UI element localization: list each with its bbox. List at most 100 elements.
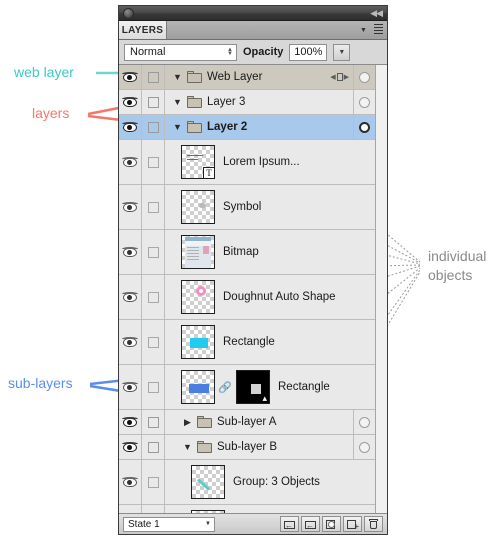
layer-row-folder[interactable]: ▼ Layer 2 (119, 115, 375, 140)
layer-row-body[interactable]: ▼ Web Layer (165, 65, 330, 89)
layer-row-body[interactable]: 🔗 ▴ Rectangle (165, 365, 353, 409)
panel-close-icon[interactable] (123, 8, 134, 19)
layer-target-indicator[interactable] (353, 115, 375, 139)
layer-thumbnail[interactable]: T (181, 145, 215, 179)
visibility-toggle[interactable] (119, 90, 142, 114)
lock-toggle[interactable] (142, 320, 165, 364)
add-mask-button[interactable] (322, 516, 341, 532)
vertical-scrollbar[interactable] (375, 65, 387, 513)
lock-toggle[interactable] (142, 435, 165, 459)
lock-toggle[interactable] (142, 115, 165, 139)
state-select[interactable]: State 1 ▼ (123, 516, 215, 532)
layer-target-indicator[interactable] (353, 90, 375, 114)
visibility-toggle[interactable] (119, 410, 142, 434)
tab-layers[interactable]: LAYERS (119, 21, 167, 39)
visibility-toggle[interactable] (119, 115, 142, 139)
lock-toggle[interactable] (142, 90, 165, 114)
layer-row-body[interactable]: Group: 3 Objects (165, 460, 353, 504)
lock-toggle[interactable] (142, 65, 165, 89)
new-sub-layer-button[interactable]: ← (280, 516, 299, 532)
visibility-toggle[interactable] (119, 435, 142, 459)
lock-toggle[interactable] (142, 275, 165, 319)
disclosure-expanded-icon[interactable]: ▼ (181, 442, 194, 452)
layer-row-object[interactable]: 🔗 ▴ Rectangle (119, 365, 375, 410)
stepper-icon[interactable]: ▲ ▼ (227, 47, 233, 57)
layer-row-object[interactable]: Symbol (119, 185, 375, 230)
lock-toggle[interactable] (142, 410, 165, 434)
layer-thumbnail[interactable] (181, 235, 215, 269)
lock-toggle[interactable] (142, 140, 165, 184)
visibility-toggle[interactable] (119, 65, 142, 89)
layer-row-body[interactable]: Doughnut Auto Shape (165, 275, 353, 319)
layer-thumbnail[interactable] (191, 510, 225, 513)
layer-thumbnail[interactable] (181, 370, 215, 404)
layer-thumbnail[interactable] (181, 190, 215, 224)
layer-row-object[interactable]: Bitmap (119, 230, 375, 275)
visibility-toggle[interactable] (119, 230, 142, 274)
web-layer-share-icon: ◀ ▶ (330, 73, 349, 81)
state-value: State 1 (128, 518, 160, 530)
layer-thumbnail[interactable] (181, 280, 215, 314)
layer-thumbnail[interactable] (191, 465, 225, 499)
layer-row-body[interactable]: Bitmap (165, 230, 353, 274)
layer-row-object[interactable]: Doughnut Auto Shape (119, 275, 375, 320)
opacity-label: Opacity (243, 46, 284, 58)
layer-row-object[interactable]: T Lorem Ipsum... (119, 140, 375, 185)
opacity-dropdown-icon[interactable]: ▼ (333, 43, 351, 61)
lock-toggle[interactable] (142, 185, 165, 229)
disclosure-collapsed-icon[interactable]: ▶ (181, 417, 194, 428)
layers-list: ▼ Web Layer ◀ ▶ ▼ Layer 3 ▼ Layer 2 T Lorem Ipsum… (119, 65, 375, 513)
mask-link-icon[interactable]: 🔗 (218, 381, 232, 394)
mask-thumbnail[interactable]: ▴ (236, 370, 270, 404)
blend-mode-select[interactable]: Normal ▲ ▼ (124, 43, 237, 61)
layer-thumbnail[interactable] (181, 325, 215, 359)
row-right-spacer (353, 365, 375, 409)
disclosure-expanded-icon[interactable]: ▼ (171, 72, 184, 82)
row-right-spacer (353, 230, 375, 274)
panel-title-bar[interactable]: ◀◀ (119, 6, 387, 21)
new-layer-button[interactable]: ← (301, 516, 320, 532)
panel-options-menu-icon[interactable]: ▼ (357, 24, 383, 36)
layer-row-folder[interactable]: ▼ Layer 3 (119, 90, 375, 115)
layer-row-object[interactable]: Group: 3 Objects (119, 460, 375, 505)
new-bitmap-image-button[interactable]: + (343, 516, 362, 532)
visibility-toggle[interactable] (119, 275, 142, 319)
visibility-toggle[interactable] (119, 185, 142, 229)
disclosure-expanded-icon[interactable]: ▼ (171, 122, 184, 132)
visibility-toggle[interactable] (119, 320, 142, 364)
lock-toggle[interactable] (142, 230, 165, 274)
layer-row-body[interactable]: Symbol (165, 185, 353, 229)
layer-row-folder[interactable]: ▼ Sub-layer B (119, 435, 375, 460)
layer-row-folder[interactable]: ▼ Web Layer ◀ ▶ (119, 65, 375, 90)
blend-opacity-bar: Normal ▲ ▼ Opacity 100% ▼ (119, 40, 387, 65)
layer-row-body[interactable]: ▼ Layer 3 (165, 90, 353, 114)
layer-row-object[interactable]: Rectangle (119, 505, 375, 513)
lock-toggle[interactable] (142, 365, 165, 409)
layer-row-folder[interactable]: ▶ Sub-layer A (119, 410, 375, 435)
layer-row-body[interactable]: ▶ Sub-layer A (165, 410, 353, 434)
layer-row-body[interactable]: ▼ Layer 2 (165, 115, 353, 139)
layer-row-body[interactable]: Rectangle (165, 320, 353, 364)
collapse-icon[interactable]: ◀◀ (370, 8, 383, 19)
lock-toggle[interactable] (142, 460, 165, 504)
folder-icon (187, 71, 202, 83)
layer-target-indicator[interactable] (353, 410, 375, 434)
visibility-toggle[interactable] (119, 460, 142, 504)
chevron-down-icon[interactable]: ▼ (205, 521, 211, 527)
visibility-toggle[interactable] (119, 505, 142, 513)
visibility-toggle[interactable] (119, 140, 142, 184)
disclosure-expanded-icon[interactable]: ▼ (171, 97, 184, 107)
visibility-toggle[interactable] (119, 365, 142, 409)
lock-toggle[interactable] (142, 505, 165, 513)
lock-icon (147, 291, 159, 303)
layer-name: Doughnut Auto Shape (223, 291, 336, 303)
opacity-input[interactable]: 100% (289, 43, 328, 61)
layer-target-indicator[interactable] (353, 65, 375, 89)
layer-row-object[interactable]: Rectangle (119, 320, 375, 365)
layer-row-body[interactable]: T Lorem Ipsum... (165, 140, 353, 184)
eye-icon (122, 121, 138, 133)
layer-row-body[interactable]: Rectangle (165, 505, 353, 513)
layer-row-body[interactable]: ▼ Sub-layer B (165, 435, 353, 459)
delete-selection-button[interactable] (364, 516, 383, 532)
layer-target-indicator[interactable] (353, 435, 375, 459)
